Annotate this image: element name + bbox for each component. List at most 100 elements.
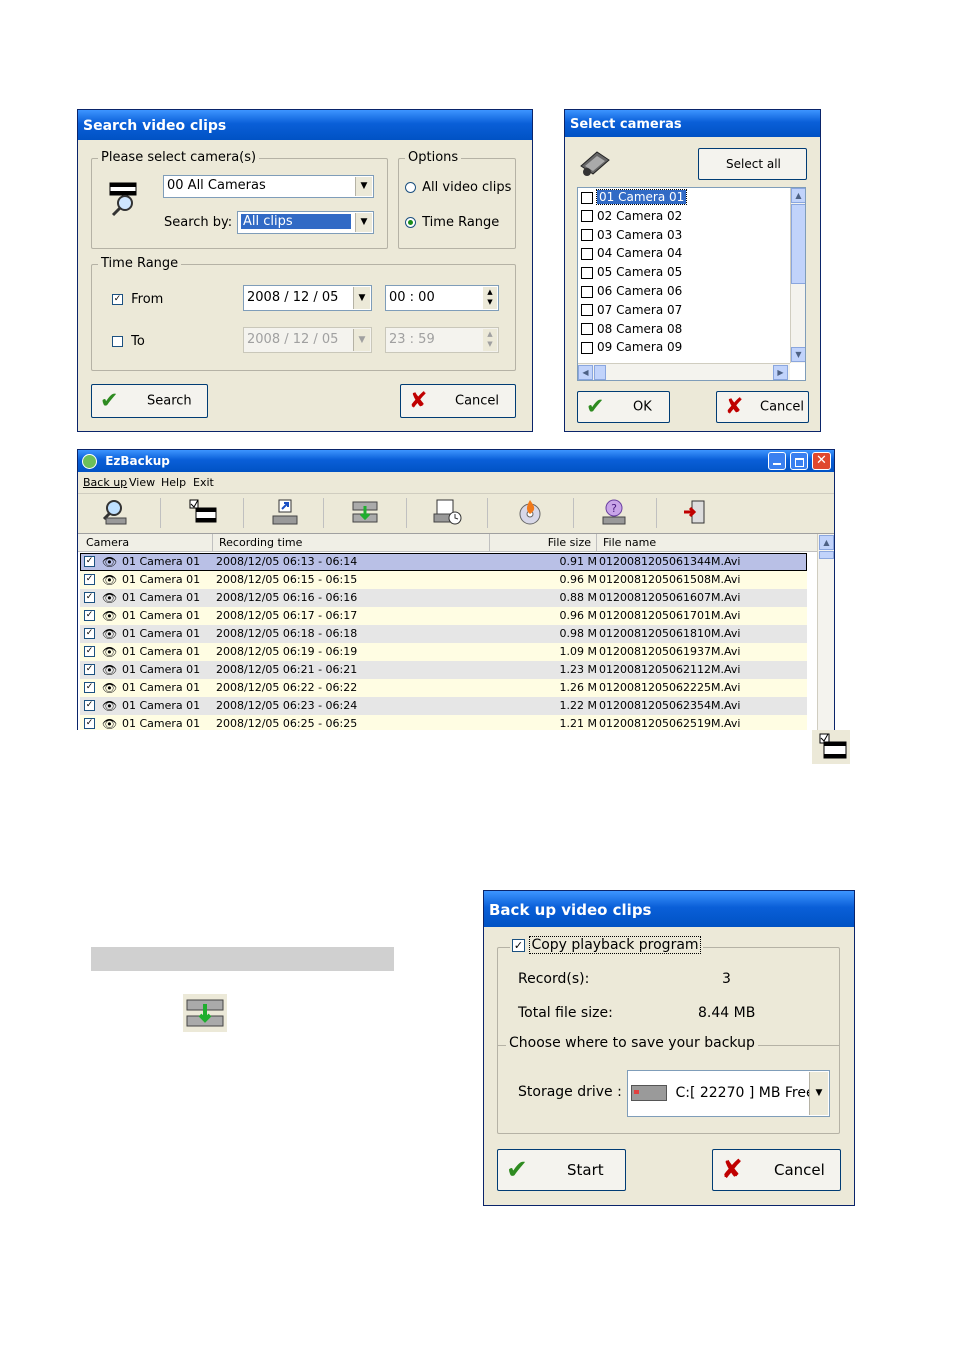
checkbox-unchecked-icon[interactable] <box>581 266 593 279</box>
checkbox-unchecked-icon[interactable] <box>581 210 593 223</box>
camera-list[interactable]: 01 Camera 01 02 Camera 02 03 Camera 03 04 C… <box>577 187 806 381</box>
checkbox-unchecked-icon[interactable] <box>581 304 593 317</box>
from-time-field[interactable]: 00 : 00 ▲ ▼ <box>385 285 499 311</box>
menu-exit[interactable]: Exit <box>193 476 214 489</box>
checkbox-checked-icon[interactable]: ✓ <box>84 556 95 567</box>
search-icon[interactable] <box>100 498 130 526</box>
ok-button[interactable]: ✔ OK <box>577 391 670 423</box>
eye-icon[interactable]: 👁 <box>102 571 117 589</box>
camera-list-item[interactable]: 07 Camera 07 <box>581 303 682 321</box>
camera-list-item[interactable]: 01 Camera 01 <box>581 189 688 208</box>
close-button[interactable]: ✕ <box>812 452 831 470</box>
checkbox-checked-icon[interactable]: ✓ <box>84 682 95 693</box>
eye-icon[interactable]: 👁 <box>102 715 117 730</box>
table-vscroll[interactable]: ▲ <box>817 534 834 730</box>
table-row[interactable]: ✓ 👁 01 Camera 01 2008/12/05 06:18 - 06:18 0.… <box>80 625 807 643</box>
exit-icon[interactable] <box>680 498 710 526</box>
checkbox-unchecked-icon[interactable] <box>112 336 123 347</box>
checkbox-checked-icon[interactable]: ✓ <box>112 294 123 305</box>
search-button[interactable]: ✔ Search <box>91 384 208 418</box>
to-checkbox[interactable]: To <box>112 334 145 349</box>
storage-drive-dropdown[interactable]: C:[ 22270 ] MB Free ▼ <box>627 1070 830 1117</box>
eye-icon[interactable]: 👁 <box>102 661 117 679</box>
start-button[interactable]: ✔ Start <box>497 1149 626 1191</box>
export-icon[interactable] <box>270 498 300 526</box>
table-row[interactable]: ✓ 👁 01 Camera 01 2008/12/05 06:15 - 06:15 0.… <box>80 571 807 589</box>
schedule-backup-icon[interactable] <box>432 498 462 526</box>
checkbox-unchecked-icon[interactable] <box>581 285 593 298</box>
column-header-file-size[interactable]: File size <box>490 534 597 551</box>
table-row[interactable]: ✓ 👁 01 Camera 01 2008/12/05 06:13 - 06:14 0.… <box>80 553 807 571</box>
eye-icon[interactable]: 👁 <box>102 679 117 697</box>
chevron-down-icon[interactable]: ▼ <box>353 287 370 309</box>
checkbox-checked-icon[interactable]: ✓ <box>512 938 525 952</box>
checkbox-checked-icon[interactable]: ✓ <box>84 592 95 603</box>
camera-list-item[interactable]: 05 Camera 05 <box>581 265 682 283</box>
from-checkbox[interactable]: ✓ From <box>112 292 163 307</box>
checkbox-unchecked-icon[interactable] <box>581 191 593 204</box>
option-time-range[interactable]: Time Range <box>405 215 499 230</box>
burn-disc-icon[interactable] <box>515 498 545 526</box>
camera-list-vscroll[interactable]: ▲ ▼ <box>790 188 805 363</box>
camera-list-item[interactable]: 08 Camera 08 <box>581 322 682 340</box>
checkbox-checked-icon[interactable]: ✓ <box>84 610 95 621</box>
minimize-button[interactable] <box>768 452 786 470</box>
chevron-down-icon[interactable]: ▼ <box>355 213 372 232</box>
table-row[interactable]: ✓ 👁 01 Camera 01 2008/12/05 06:17 - 06:17 0.… <box>80 607 807 625</box>
camera-dropdown[interactable]: 00 All Cameras ▼ <box>163 175 374 198</box>
help-icon[interactable]: ? <box>599 498 629 526</box>
column-header-camera[interactable]: Camera <box>80 534 213 551</box>
menu-backup[interactable]: Back up <box>83 476 127 489</box>
camera-list-item[interactable]: 09 Camera 09 <box>581 340 682 358</box>
column-header-file-name[interactable]: File name <box>597 534 817 551</box>
camera-list-item[interactable]: 06 Camera 06 <box>581 284 682 302</box>
table-row[interactable]: ✓ 👁 01 Camera 01 2008/12/05 06:19 - 06:19 1.… <box>80 643 807 661</box>
search-by-dropdown[interactable]: All clips ▼ <box>237 211 374 234</box>
scroll-thumb[interactable] <box>791 204 805 284</box>
scroll-hthumb[interactable] <box>594 365 606 380</box>
restore-button[interactable] <box>790 452 808 470</box>
scroll-thumb[interactable] <box>819 551 834 559</box>
checkbox-unchecked-icon[interactable] <box>581 247 593 260</box>
table-row[interactable]: ✓ 👁 01 Camera 01 2008/12/05 06:21 - 06:21 1.… <box>80 661 807 679</box>
camera-list-item[interactable]: 02 Camera 02 <box>581 209 682 227</box>
select-all-button[interactable]: Select all <box>698 148 807 180</box>
table-row[interactable]: ✓ 👁 01 Camera 01 2008/12/05 06:25 - 06:25 1.… <box>80 715 807 730</box>
camera-list-item[interactable]: 04 Camera 04 <box>581 246 682 264</box>
scroll-down-icon[interactable]: ▼ <box>791 347 805 362</box>
spinner-icon[interactable]: ▲ ▼ <box>483 287 497 309</box>
scroll-left-icon[interactable]: ◀ <box>578 365 593 380</box>
eye-icon[interactable]: 👁 <box>102 643 117 661</box>
checkbox-checked-icon[interactable]: ✓ <box>84 700 95 711</box>
select-cameras-cancel-button[interactable]: ✘ Cancel <box>716 391 809 423</box>
camera-list-hscroll[interactable]: ◀ ▶ <box>578 363 790 380</box>
menu-view[interactable]: View <box>129 476 155 489</box>
option-all-video-clips[interactable]: All video clips <box>405 180 511 195</box>
cancel-button[interactable]: ✘ Cancel <box>400 384 516 418</box>
checkbox-checked-icon[interactable]: ✓ <box>84 646 95 657</box>
copy-playback-checkbox[interactable]: ✓ Copy playback program <box>510 936 703 954</box>
from-date-field[interactable]: 2008 / 12 / 05 ▼ <box>243 285 372 311</box>
table-row[interactable]: ✓ 👁 01 Camera 01 2008/12/05 06:22 - 06:22 1.… <box>80 679 807 697</box>
backup-drive-icon[interactable] <box>350 498 380 526</box>
checkbox-checked-icon[interactable]: ✓ <box>84 628 95 639</box>
checkbox-checked-icon[interactable]: ✓ <box>84 574 95 585</box>
chevron-down-icon[interactable]: ▼ <box>809 1072 828 1115</box>
scroll-right-icon[interactable]: ▶ <box>773 365 788 380</box>
table-row[interactable]: ✓ 👁 01 Camera 01 2008/12/05 06:16 - 06:16 0.… <box>80 589 807 607</box>
column-header-recording-time[interactable]: Recording time <box>213 534 490 551</box>
eye-icon[interactable]: 👁 <box>102 589 117 607</box>
table-row[interactable]: ✓ 👁 01 Camera 01 2008/12/05 06:23 - 06:24 1.… <box>80 697 807 715</box>
chevron-down-icon[interactable]: ▼ <box>355 177 372 196</box>
menu-help[interactable]: Help <box>161 476 186 489</box>
radio-button[interactable] <box>405 182 416 193</box>
checkbox-unchecked-icon[interactable] <box>581 323 593 336</box>
backup-cancel-button[interactable]: ✘ Cancel <box>712 1149 841 1191</box>
eye-icon[interactable]: 👁 <box>102 625 117 643</box>
checkbox-unchecked-icon[interactable] <box>581 341 593 354</box>
scroll-up-icon[interactable]: ▲ <box>791 188 805 203</box>
radio-button-selected[interactable] <box>405 217 416 228</box>
eye-icon[interactable]: 👁 <box>102 553 117 571</box>
select-clips-icon[interactable] <box>188 498 218 526</box>
scroll-up-icon[interactable]: ▲ <box>819 535 834 550</box>
